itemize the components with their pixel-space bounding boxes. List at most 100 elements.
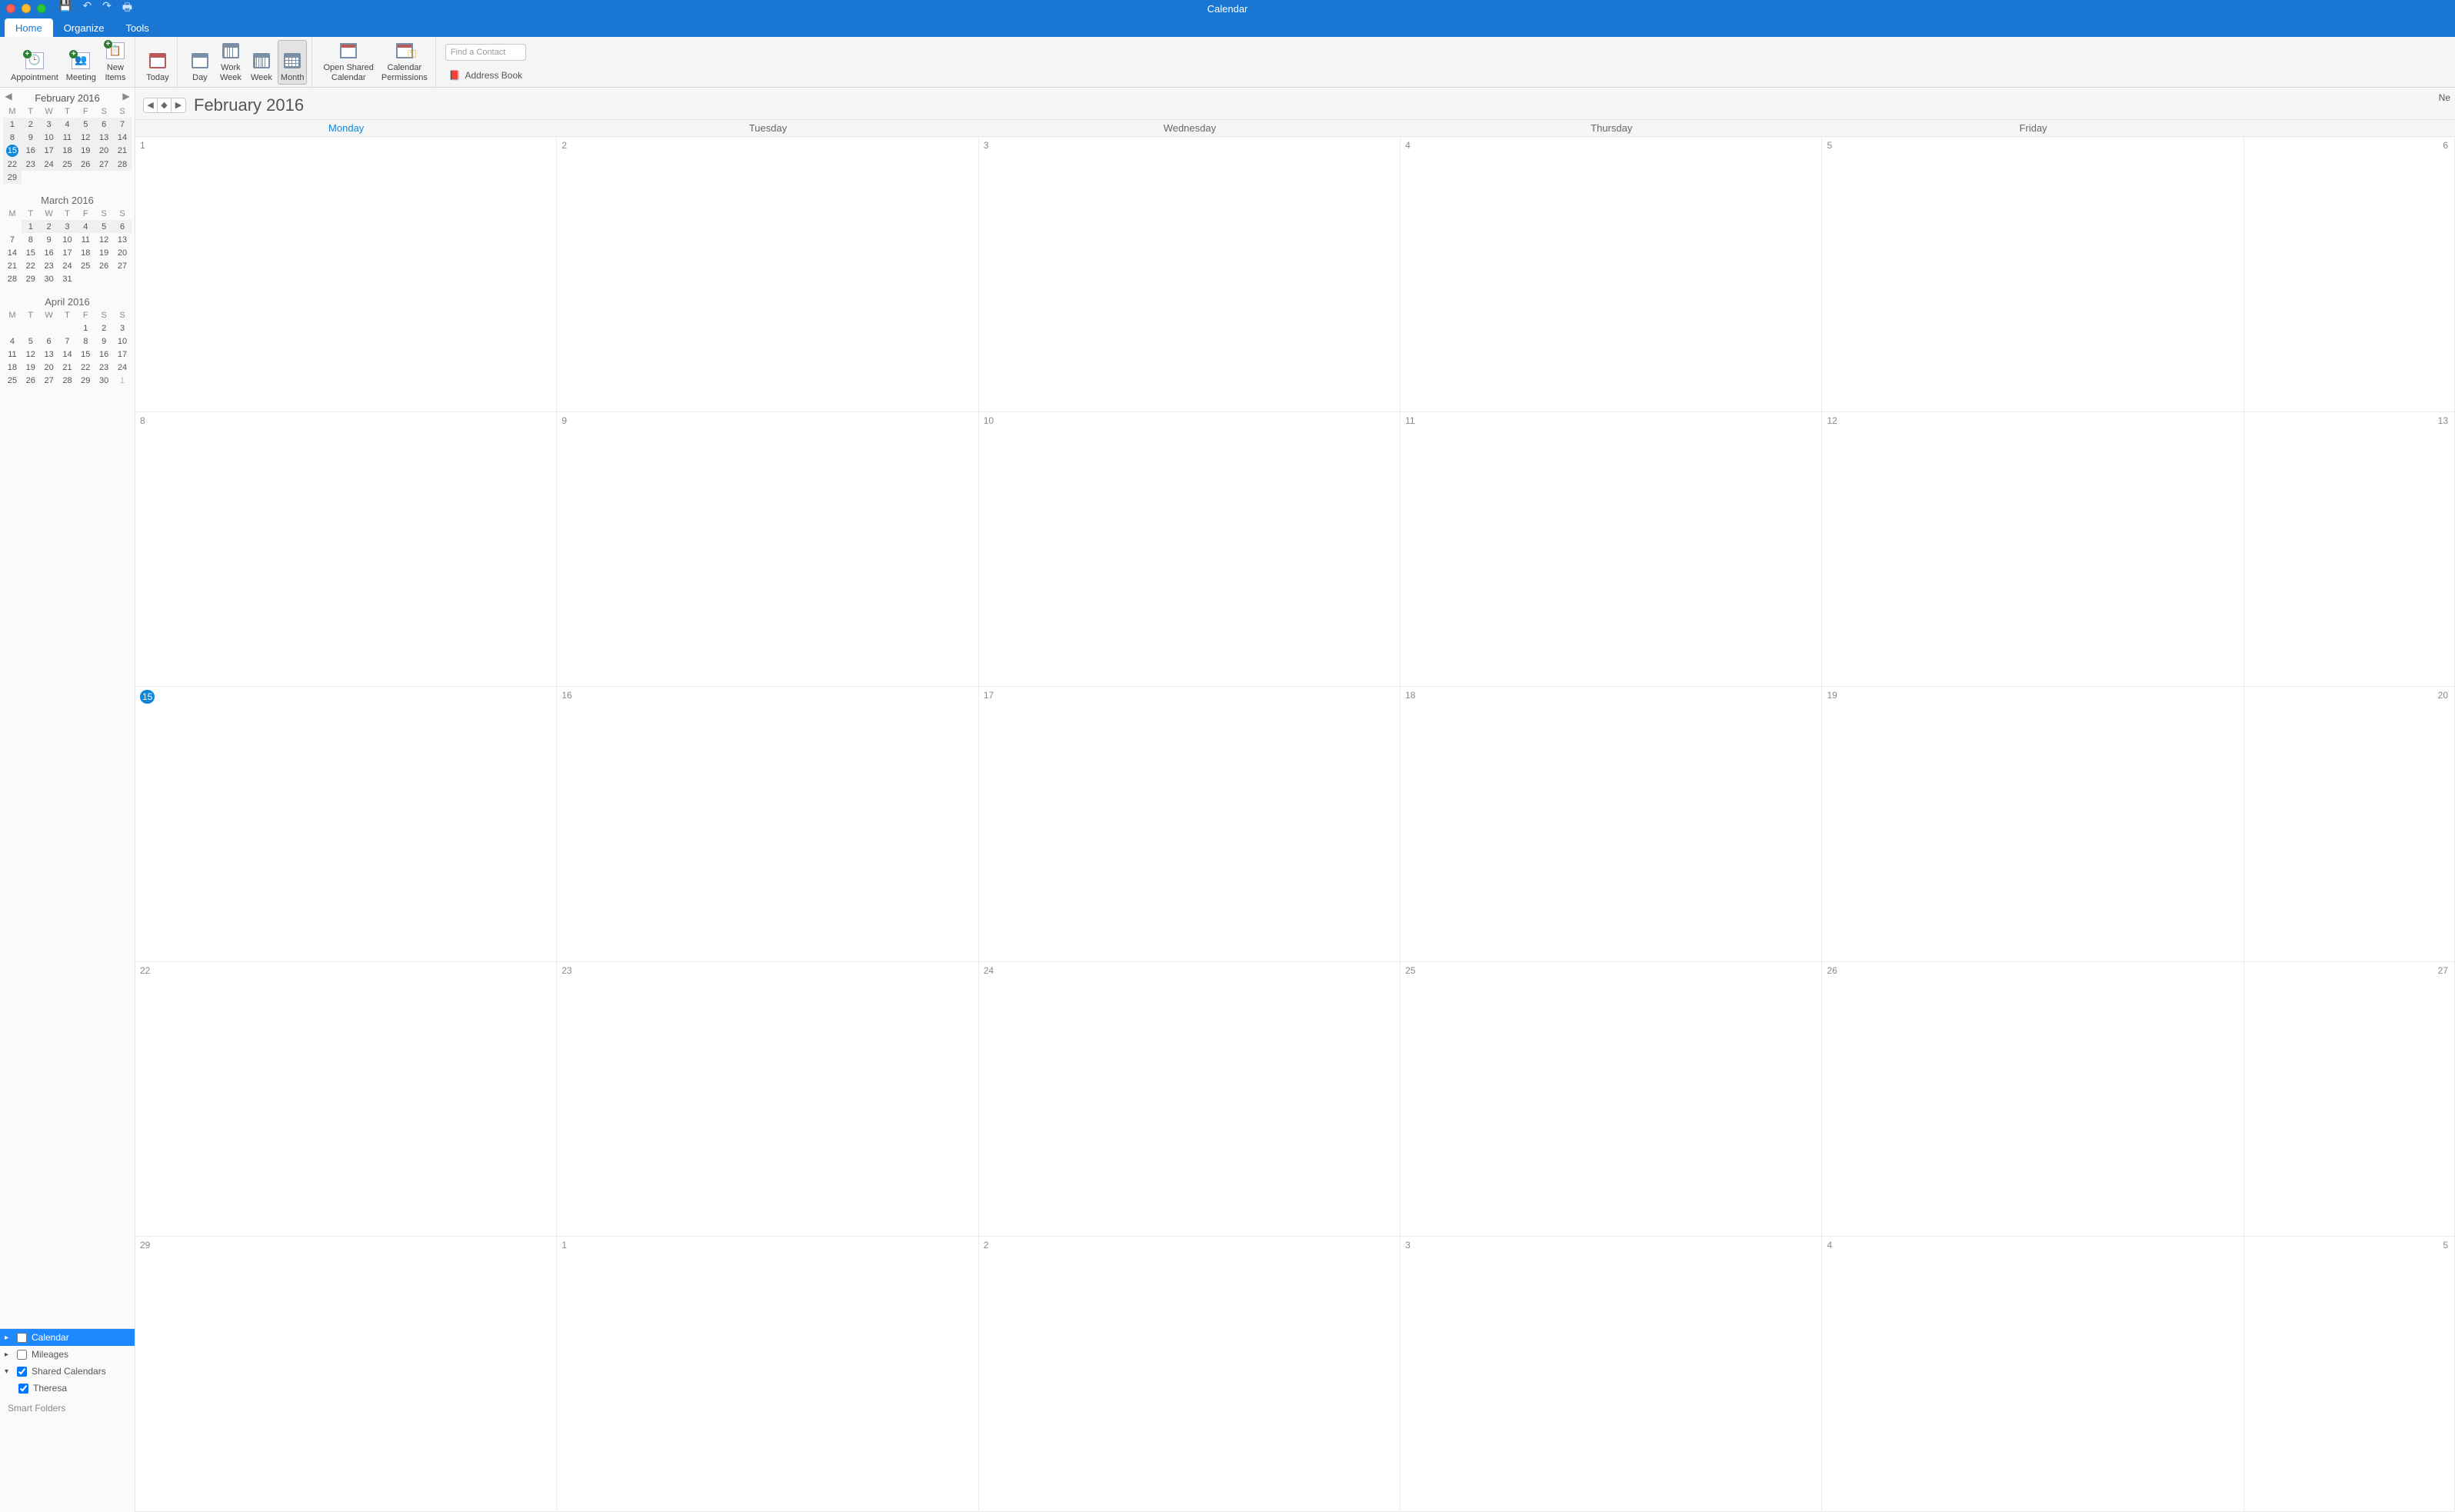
day-cell[interactable]: 11 (1401, 412, 1822, 688)
mini-day-cell[interactable]: 7 (113, 118, 132, 131)
mini-day-cell[interactable]: 5 (95, 220, 113, 233)
mini-day-cell[interactable]: 9 (95, 335, 113, 348)
mini-day-cell[interactable]: 5 (76, 118, 95, 131)
tab-tools[interactable]: Tools (115, 18, 159, 37)
mini-day-cell[interactable]: 2 (95, 321, 113, 335)
mini-day-cell[interactable]: 4 (58, 118, 77, 131)
mini-day-cell[interactable]: 9 (40, 233, 58, 246)
mini-day-cell[interactable]: 6 (40, 335, 58, 348)
mini-day-cell[interactable]: 23 (22, 158, 40, 171)
theresa-checkbox[interactable] (18, 1384, 28, 1394)
mini-day-cell[interactable]: 15 (3, 144, 22, 158)
mini-day-cell[interactable]: 26 (22, 374, 40, 387)
mini-day-cell[interactable]: 30 (95, 374, 113, 387)
mileages-checkbox[interactable] (17, 1350, 27, 1360)
day-cell[interactable]: 17 (979, 687, 1401, 962)
mini-day-cell[interactable]: 1 (22, 220, 40, 233)
mini-day-cell[interactable]: 11 (76, 233, 95, 246)
prev-month-button[interactable]: ◀ (3, 91, 14, 102)
day-cell[interactable]: 27 (2244, 962, 2455, 1237)
day-cell[interactable]: 18 (1401, 687, 1822, 962)
mini-day-cell[interactable]: 14 (58, 348, 77, 361)
day-cell[interactable]: 23 (557, 962, 978, 1237)
mini-day-cell[interactable]: 10 (113, 335, 132, 348)
mini-day-cell[interactable]: 20 (40, 361, 58, 374)
mini-day-cell[interactable]: 14 (3, 246, 22, 259)
day-cell[interactable]: 19 (1822, 687, 2243, 962)
day-cell[interactable]: 25 (1401, 962, 1822, 1237)
mini-day-cell[interactable]: 21 (58, 361, 77, 374)
mini-day-cell[interactable]: 3 (40, 118, 58, 131)
nav-forward-button[interactable]: ▶ (172, 98, 185, 112)
day-cell[interactable]: 2 (557, 137, 978, 412)
meeting-button[interactable]: 👥+ Meeting (63, 40, 99, 85)
mini-day-cell[interactable]: 16 (95, 348, 113, 361)
mini-day-cell[interactable]: 8 (76, 335, 95, 348)
nav-today-button[interactable]: ◆ (158, 98, 172, 112)
calendar-item-calendar[interactable]: ▸ Calendar (0, 1329, 135, 1346)
close-window-button[interactable] (6, 4, 15, 13)
mini-day-cell[interactable]: 25 (76, 259, 95, 272)
day-cell[interactable]: 10 (979, 412, 1401, 688)
day-cell[interactable]: 22 (135, 962, 557, 1237)
mini-day-cell[interactable]: 12 (22, 348, 40, 361)
day-cell[interactable]: 8 (135, 412, 557, 688)
print-icon[interactable]: 🖶 (122, 0, 132, 18)
mini-day-cell[interactable]: 7 (58, 335, 77, 348)
day-cell[interactable]: 16 (557, 687, 978, 962)
shared-checkbox[interactable] (17, 1367, 27, 1377)
mini-day-cell[interactable]: 22 (3, 158, 22, 171)
maximize-window-button[interactable] (37, 4, 46, 13)
mini-day-cell[interactable]: 10 (40, 131, 58, 144)
week-view-button[interactable]: Week (247, 40, 276, 85)
calendar-item-mileages[interactable]: ▸ Mileages (0, 1346, 135, 1363)
mini-day-cell[interactable]: 21 (3, 259, 22, 272)
mini-day-cell[interactable]: 29 (22, 272, 40, 285)
day-cell[interactable]: 5 (1822, 137, 2243, 412)
mini-day-cell[interactable]: 7 (3, 233, 22, 246)
day-cell[interactable]: 29 (135, 1237, 557, 1512)
mini-day-cell[interactable]: 13 (40, 348, 58, 361)
day-cell[interactable]: 15 (135, 687, 557, 962)
day-cell[interactable]: 9 (557, 412, 978, 688)
redo-icon[interactable]: ↷ (102, 0, 112, 18)
mini-day-cell[interactable]: 22 (22, 259, 40, 272)
next-month-button[interactable]: ▶ (121, 91, 132, 102)
tab-home[interactable]: Home (5, 18, 53, 37)
day-cell[interactable]: 4 (1401, 137, 1822, 412)
mini-day-cell[interactable]: 27 (95, 158, 113, 171)
mini-day-cell[interactable]: 29 (3, 171, 22, 184)
mini-day-cell[interactable]: 13 (113, 233, 132, 246)
mini-day-cell[interactable]: 19 (76, 144, 95, 158)
new-items-button[interactable]: 📋+ New Items (101, 40, 130, 85)
mini-day-cell[interactable]: 30 (40, 272, 58, 285)
mini-day-cell[interactable]: 11 (3, 348, 22, 361)
mini-day-cell[interactable]: 19 (95, 246, 113, 259)
day-cell[interactable]: 26 (1822, 962, 2243, 1237)
day-cell[interactable]: 3 (1401, 1237, 1822, 1512)
mini-day-cell[interactable]: 17 (58, 246, 77, 259)
mini-day-cell[interactable]: 27 (40, 374, 58, 387)
tab-organize[interactable]: Organize (53, 18, 115, 37)
mini-day-cell[interactable]: 18 (76, 246, 95, 259)
day-view-button[interactable]: Day (185, 40, 215, 85)
mini-day-cell[interactable]: 29 (76, 374, 95, 387)
mini-day-cell[interactable]: 6 (113, 220, 132, 233)
day-cell[interactable]: 6 (2244, 137, 2455, 412)
mini-day-cell[interactable]: 22 (76, 361, 95, 374)
find-contact-input[interactable]: Find a Contact (445, 44, 526, 61)
day-cell[interactable]: 20 (2244, 687, 2455, 962)
mini-day-cell[interactable]: 9 (22, 131, 40, 144)
work-week-view-button[interactable]: Work Week (216, 40, 245, 85)
mini-day-cell[interactable]: 21 (113, 144, 132, 158)
day-cell[interactable]: 1 (135, 137, 557, 412)
mini-day-cell[interactable]: 14 (113, 131, 132, 144)
mini-day-cell[interactable]: 8 (22, 233, 40, 246)
mini-day-cell[interactable]: 26 (76, 158, 95, 171)
day-cell[interactable]: 12 (1822, 412, 2243, 688)
mini-day-cell[interactable]: 6 (95, 118, 113, 131)
mini-day-cell[interactable]: 18 (58, 144, 77, 158)
mini-day-cell[interactable]: 15 (22, 246, 40, 259)
calendar-item-shared[interactable]: ▾ Shared Calendars (0, 1363, 135, 1380)
mini-day-cell[interactable]: 20 (95, 144, 113, 158)
